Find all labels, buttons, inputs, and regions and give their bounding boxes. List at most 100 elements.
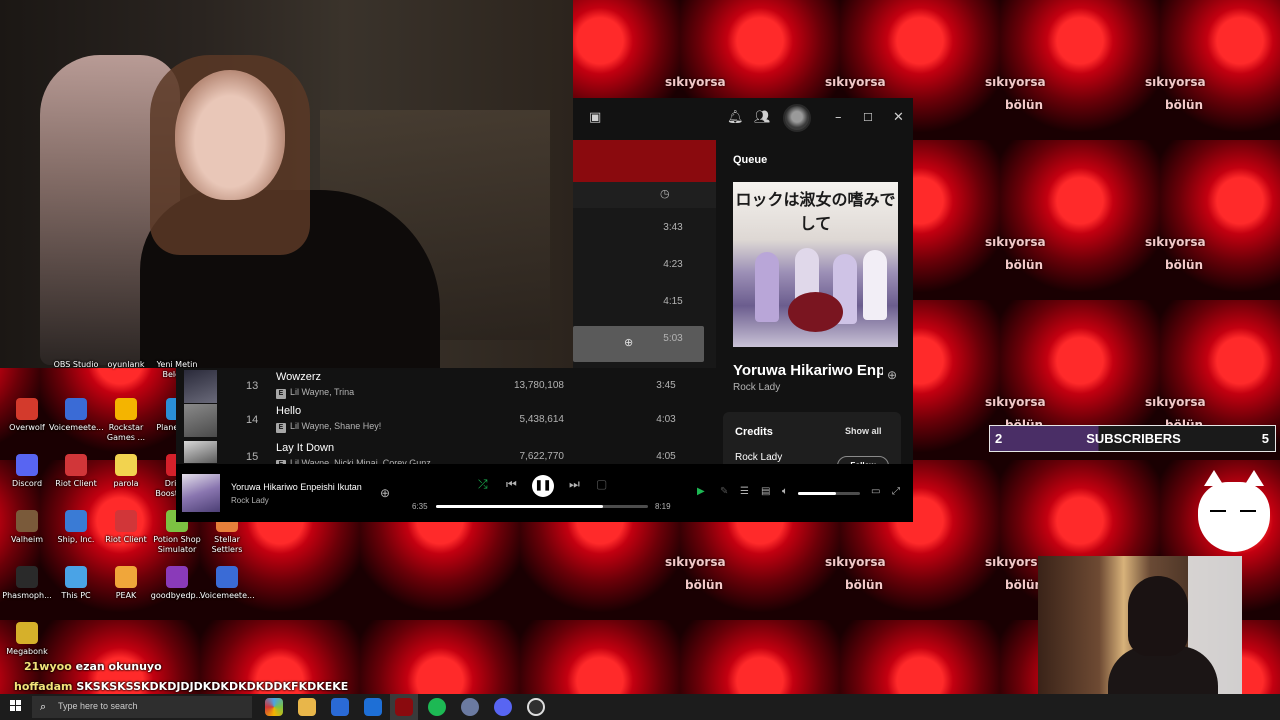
desktop-icon[interactable]: Riot Client [99, 510, 153, 545]
wallpaper-app-icon[interactable] [395, 698, 413, 716]
subscribers-widget: SUBSCRIBERS 2 5 [989, 425, 1276, 452]
desktop-icon[interactable]: Overwolf [0, 398, 54, 433]
bell-icon[interactable]: 🔔︎ [727, 110, 744, 126]
desktop-icon[interactable]: Discord [0, 454, 54, 489]
desktop-icon[interactable]: Rockstar Games ... [99, 398, 153, 443]
lyrics-icon[interactable]: ✎ [720, 486, 728, 497]
mini-player-icon[interactable]: ▭ [871, 486, 880, 497]
track-title[interactable]: Lay It Down [276, 442, 334, 454]
track-artists[interactable]: Lil Wayne, Trina [290, 387, 354, 397]
wallpaper-caption: sıkıyorsa [985, 235, 1046, 249]
album-art-figure [755, 252, 779, 322]
credits-title: Credits [735, 426, 773, 438]
track-thumbnail [184, 441, 217, 463]
track-row[interactable]: 14 Hello E Lil Wayne, Shane Hey! 5,438,61… [176, 402, 716, 439]
album-art-title: ロックは淑女の嗜みでして [735, 190, 896, 233]
add-to-playlist-icon[interactable]: ⊕ [624, 336, 633, 349]
previous-icon[interactable]: ⏮ [506, 477, 517, 492]
discord-icon[interactable] [494, 698, 512, 716]
start-button[interactable] [10, 700, 22, 712]
desktop-icon[interactable]: Valheim [0, 510, 54, 545]
desktop-icon[interactable]: Riot Client [49, 454, 103, 489]
time-total: 8:19 [655, 502, 671, 511]
progress-bar[interactable] [436, 505, 648, 508]
wallpaper-caption: sıkıyorsa [985, 75, 1046, 89]
taskbar-search[interactable]: ⌕ Type here to search [32, 696, 252, 718]
file-explorer-icon[interactable] [298, 698, 316, 716]
track-list: 13 Wowzerz E Lil Wayne, Trina 13,780,108 … [176, 368, 716, 470]
show-all-link[interactable]: Show all [845, 426, 882, 436]
app-icon [65, 398, 87, 420]
volume-slider[interactable] [798, 492, 860, 495]
cat-ear [1244, 470, 1264, 486]
now-playing-artist[interactable]: Rock Lady [231, 496, 269, 505]
track-title[interactable]: Wowzerz [276, 371, 321, 383]
settings-icon[interactable] [461, 698, 479, 716]
desktop-icon-label: goodbyedp... [150, 591, 204, 600]
album-art[interactable]: ロックは淑女の嗜みでして [733, 182, 898, 347]
track-duration: 4:05 [656, 451, 676, 462]
time-elapsed: 6:35 [412, 502, 428, 511]
subscribers-label: SUBSCRIBERS [1086, 431, 1181, 446]
track-number: 15 [246, 451, 259, 463]
shuffle-icon[interactable]: ⤮ [478, 477, 488, 492]
now-playing-title[interactable]: Yoruwa Hikariwo Enpeishi Ikutan [231, 482, 362, 492]
now-playing-view-icon[interactable]: ▶ [697, 486, 705, 497]
desktop-icon[interactable]: Voicemeete... [49, 398, 104, 433]
queue-song-title[interactable]: Yoruwa Hikariwo Enpeishi Ikutan [733, 362, 883, 379]
obs-icon[interactable] [527, 698, 545, 716]
repeat-icon[interactable]: ▢ [596, 477, 607, 491]
desktop-icon[interactable]: This PC [49, 566, 103, 601]
desktop-icon[interactable]: OBS Studio [49, 360, 103, 370]
minimize-icon[interactable]: – [835, 110, 842, 126]
queue-song-artist[interactable]: Rock Lady [733, 382, 780, 393]
taskbar: ⌕ Type here to search [0, 694, 1280, 720]
spotify-icon[interactable] [428, 698, 446, 716]
friends-icon[interactable]: 👥︎ [754, 110, 771, 126]
maximize-icon[interactable]: ☐ [863, 110, 873, 126]
avatar[interactable] [783, 104, 811, 132]
close-icon[interactable]: ✕ [893, 110, 904, 126]
now-playing-view-icon[interactable]: ▣ [589, 110, 601, 126]
track-number: 14 [246, 414, 259, 426]
desktop-icon-label: Valheim [11, 535, 43, 544]
track-plays: 5,438,614 [519, 414, 565, 425]
desktop-icon[interactable]: Phasmoph... [0, 566, 54, 601]
desktop-icon[interactable]: goodbyedp... [150, 566, 204, 601]
copilot-icon[interactable] [265, 698, 283, 716]
desktop-icon-label: parola [113, 479, 139, 488]
track-row[interactable]: 13 Wowzerz E Lil Wayne, Trina 13,780,108 … [176, 368, 716, 405]
desktop-icon[interactable]: parola [99, 454, 153, 489]
queue-icon[interactable]: ☰ [740, 486, 749, 497]
album-art-drum [788, 292, 843, 332]
track-row-hovered[interactable]: ⊕ [573, 326, 704, 362]
desktop-icon[interactable]: PEAK [99, 566, 153, 601]
fullscreen-icon[interactable]: ⤢ [892, 486, 900, 497]
chat-text: SKSKSKSSKDKDJDJDKDKDKDKDDKFKDKEKE [76, 680, 349, 693]
desktop-icon-label: Megabonk [6, 647, 48, 656]
track-plays: 13,780,108 [513, 380, 564, 391]
add-to-library-icon[interactable]: ⊕ [887, 368, 897, 382]
next-icon[interactable]: ⏭ [569, 477, 580, 492]
desktop-icon[interactable]: Voicemeete... [200, 566, 255, 601]
desktop-icon-label: Voicemeete... [200, 591, 255, 600]
add-to-library-icon[interactable]: ⊕ [380, 486, 390, 500]
wallpaper-caption: bölün [1005, 258, 1044, 272]
track-duration: 3:43 [663, 222, 683, 233]
store-icon[interactable] [331, 698, 349, 716]
volume-fill [798, 492, 837, 495]
chat-message: hoffadam SKSKSKSSKDKDJDJDKDKDKDKDDKFKDKE… [14, 680, 348, 693]
desktop-icon[interactable]: Ship, Inc. [49, 510, 103, 545]
desktop-icon-label: Phasmoph... [2, 591, 52, 600]
track-artists[interactable]: Lil Wayne, Shane Hey! [290, 421, 381, 431]
track-title[interactable]: Hello [276, 405, 301, 417]
pause-button[interactable]: ❚❚ [532, 475, 554, 497]
desktop-icon[interactable]: oyunlarık [99, 360, 153, 370]
now-playing-cover[interactable] [182, 474, 220, 512]
desktop-icon[interactable]: Megabonk [0, 622, 54, 657]
desktop-icon-label: oyunlarık [107, 360, 145, 369]
credits-artist[interactable]: Rock Lady [735, 452, 782, 463]
connect-device-icon[interactable]: ▤ [761, 486, 770, 497]
outlook-icon[interactable] [364, 698, 382, 716]
volume-icon[interactable]: 🔈︎ [782, 486, 788, 497]
